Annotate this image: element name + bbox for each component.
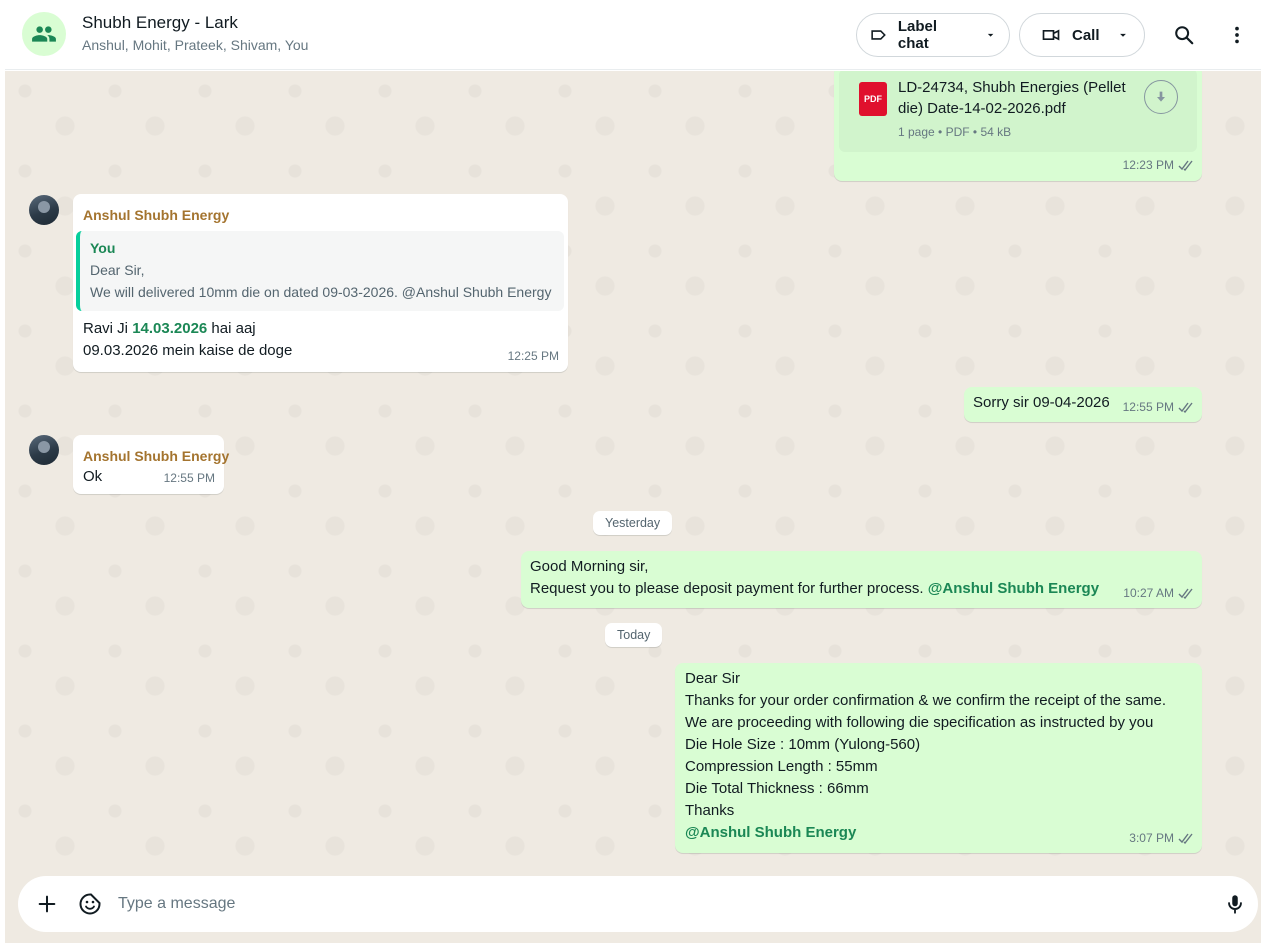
label-chat-text: Label chat [897,18,938,52]
call-button[interactable]: Call [1019,13,1145,57]
pdf-badge-text: PDF [864,94,882,104]
microphone-icon [1228,895,1242,914]
quoted-text-line1: Dear Sir, [90,262,145,278]
message-input[interactable] [118,890,1198,918]
date-divider-yesterday: Yesterday [593,511,673,535]
group-avatar[interactable] [22,12,66,56]
outgoing-message-bubble[interactable]: Sorry sir 09-04-2026 12:55 PM [964,387,1202,422]
sender-name[interactable]: Anshul Shubh Energy [83,204,229,226]
sticker-button[interactable] [77,891,103,917]
date-divider-today: Today [605,623,663,647]
message-line: Dear Sir [685,670,741,687]
message-line: Die Hole Size : 10mm (Yulong-560) [685,736,921,753]
sender-avatar[interactable] [29,435,59,465]
call-text: Call [1072,26,1100,44]
video-camera-icon [1042,29,1060,41]
message-line: Thanks for your order confirmation & we … [685,692,1167,709]
search-button[interactable] [1171,22,1197,48]
reply-text-line2: 09.03.2026 mein kaise de doge [83,342,293,359]
incoming-reply-bubble[interactable]: Anshul Shubh Energy You Dear Sir, We wil… [73,194,568,372]
quoted-message[interactable]: You Dear Sir, We will delivered 10mm die… [76,231,564,311]
pdf-file-name-line1: LD-24734, Shubh Energies (Pellet [898,79,1126,96]
voice-message-button[interactable] [1222,891,1248,917]
outgoing-message-bubble[interactable]: Good Morning sir, Request you to please … [521,551,1202,608]
read-ticks-icon [1178,833,1193,844]
group-icon [32,26,56,42]
quoted-text: Dear Sir, We will delivered 10mm die on … [90,259,551,303]
outgoing-message-bubble[interactable]: Dear Sir Thanks for your order confirmat… [675,663,1202,853]
message-time: 10:27 AM [1123,582,1194,604]
sender-avatar[interactable] [29,195,59,225]
incoming-message-bubble[interactable]: Anshul Shubh Energy Ok 12:55 PM [73,435,229,494]
label-chat-button[interactable]: Label chat [856,13,1010,57]
chat-members[interactable]: Anshul, Mohit, Prateek, Shivam, You [82,37,308,53]
read-ticks-icon [1178,588,1193,599]
message-text: Dear Sir Thanks for your order confirmat… [685,668,1166,844]
chat-title[interactable]: Shubh Energy - Lark [82,13,238,33]
mention-link[interactable]: @Anshul Shubh Energy [928,580,1099,597]
message-time: 12:25 PM [507,349,559,363]
pdf-file-name: LD-24734, Shubh Energies (Pellet die) Da… [898,77,1126,119]
message-text: Sorry sir 09-04-2026 [973,394,1110,411]
message-line1: Good Morning sir, [530,558,649,575]
message-time-text: 12:23 PM [1122,158,1174,172]
message-line: Compression Length : 55mm [685,758,878,775]
pdf-message-bubble[interactable]: PDF LD-24734, Shubh Energies (Pellet die… [834,71,1202,181]
chat-header: Shubh Energy - Lark Anshul, Mohit, Prate… [5,0,1261,70]
read-ticks-icon [1178,402,1193,413]
plus-icon [38,895,56,913]
chat-messages-area[interactable]: PDF LD-24734, Shubh Energies (Pellet die… [5,71,1261,876]
menu-button[interactable] [1224,22,1250,48]
pdf-file-name-line2: die) Date-14-02-2026.pdf [898,100,1066,117]
label-icon [871,30,886,40]
message-line2: Request you to please deposit payment fo… [530,580,928,597]
download-arrow-icon [1157,91,1165,102]
more-vertical-icon [1235,26,1239,44]
sticker-icon [79,893,101,915]
quoted-text-line2: We will delivered 10mm die on dated 09-0… [90,284,552,300]
pdf-attachment-card[interactable]: PDF LD-24734, Shubh Energies (Pellet die… [839,71,1197,152]
message-time-text: 10:27 AM [1123,586,1174,600]
read-ticks-icon [1178,160,1193,171]
composer-area [5,876,1261,943]
message-time: 12:23 PM [1123,154,1194,176]
composer [18,876,1258,932]
message-text: Ok [83,468,103,485]
attach-button[interactable] [34,891,60,917]
message-time-text: 12:55 PM [1122,400,1174,414]
pdf-file-meta: 1 page • PDF • 54 kB [898,125,1012,139]
message-line: Thanks [685,802,735,819]
message-text: Ravi Ji 14.03.2026 hai aaj 09.03.2026 me… [83,318,292,362]
message-line: Die Total Thickness : 66mm [685,780,869,797]
mention-link[interactable]: @Anshul Shubh Energy [685,822,1166,844]
reply-text-prefix: Ravi Ji [83,320,133,337]
message-time: 3:07 PM [1129,827,1194,849]
pdf-file-icon: PDF [859,82,887,116]
pdf-download-button[interactable] [1144,80,1178,114]
caret-down-icon [987,33,994,37]
message-text: Good Morning sir, Request you to please … [530,556,1099,600]
message-time: 12:55 PM [1123,396,1194,418]
search-icon [1175,26,1194,45]
reply-date-link[interactable]: 14.03.2026 [132,320,207,337]
caret-down-icon [1119,33,1126,37]
message-time-text: 3:07 PM [1129,831,1174,845]
quoted-sender: You [90,240,116,256]
message-time: 12:55 PM [163,471,215,485]
message-line: We are proceeding with following die spe… [685,714,1154,731]
reply-text-suffix: hai aaj [207,320,256,337]
sender-name[interactable]: Anshul Shubh Energy [83,445,229,467]
